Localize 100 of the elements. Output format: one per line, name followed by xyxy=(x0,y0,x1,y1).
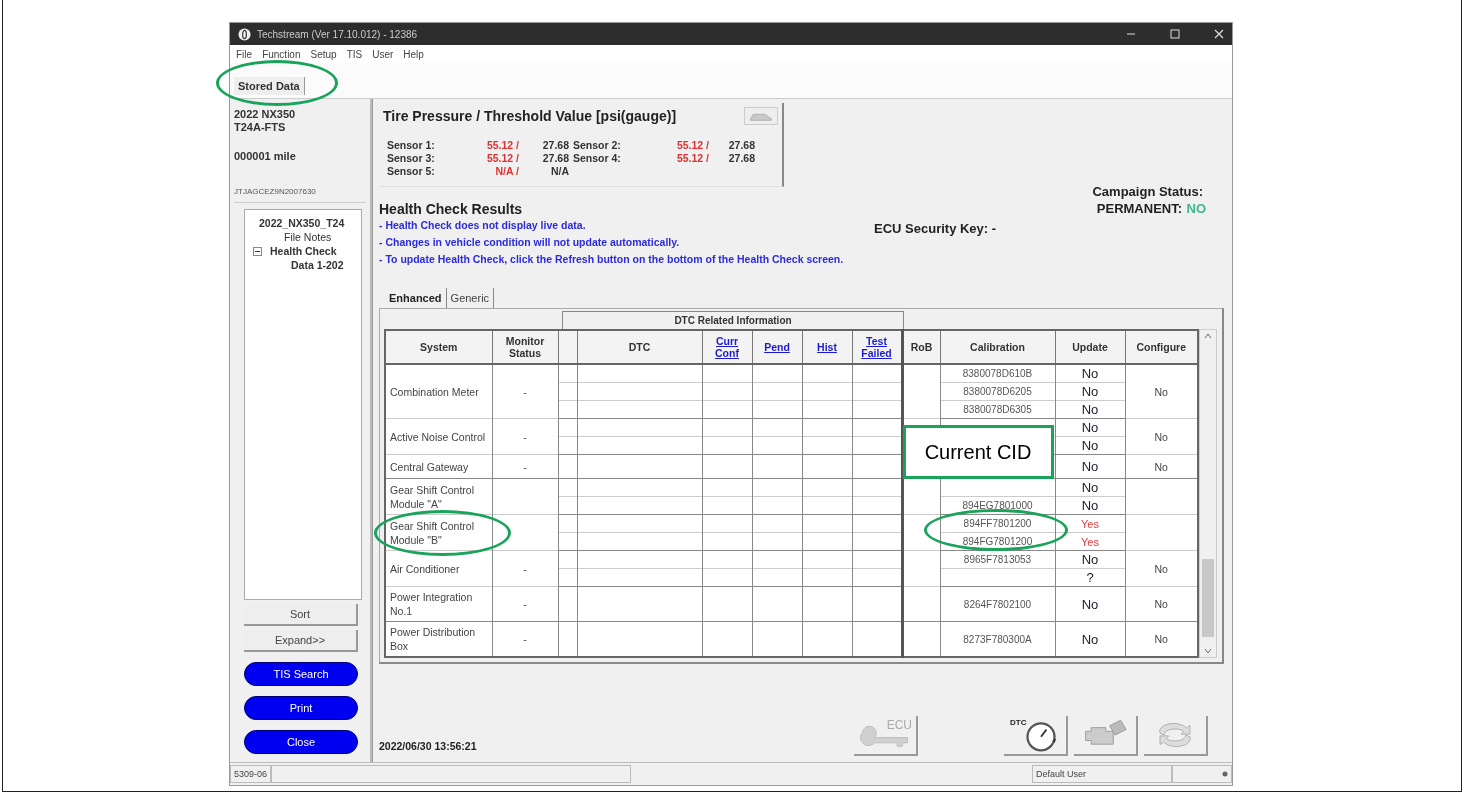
info-note: - Health Check does not display live data. xyxy=(379,218,587,233)
table-cell: - xyxy=(523,385,527,398)
table-cell: 894FF7801200 xyxy=(963,518,1032,529)
dtc-timer-button[interactable]: DTC xyxy=(1004,716,1068,756)
table-cell: No xyxy=(1154,460,1168,473)
sensor-label: Sensor 2: xyxy=(572,139,622,152)
table-cell: No xyxy=(1081,631,1099,647)
table-cell: Power Distribution Box xyxy=(390,626,476,652)
table-cell: ? xyxy=(1086,570,1094,585)
table-cell: 8264F7802100 xyxy=(963,598,1032,610)
panel-button[interactable]: Sort xyxy=(244,604,358,626)
table-cell: Gear Shift Control Module "B" xyxy=(390,519,475,546)
table-cell: No xyxy=(1154,562,1168,575)
sensor-label: Sensor 4: xyxy=(572,152,622,165)
timestamp: 2022/06/30 13:56:21 xyxy=(379,740,477,754)
action-button[interactable]: Close xyxy=(244,730,358,754)
scrollbar-thumb[interactable] xyxy=(1202,559,1214,637)
engine-code: T24A-FTS xyxy=(234,121,287,134)
menu-item[interactable]: File xyxy=(236,48,253,60)
table-cell: - xyxy=(523,598,527,610)
table-cell: No xyxy=(1154,430,1168,443)
column-header: Configure xyxy=(1136,341,1187,353)
table-cell: No xyxy=(1081,552,1099,567)
security-key-text: ECU Security Key: - xyxy=(874,221,997,238)
table-cell: No xyxy=(1081,596,1099,612)
key-icon xyxy=(859,722,911,748)
collapse-icon[interactable] xyxy=(253,246,262,256)
column-header: Monitor Status xyxy=(505,335,545,359)
menu-item[interactable]: Help xyxy=(403,48,424,60)
table-cell: - xyxy=(523,460,527,473)
column-header: System xyxy=(420,341,458,353)
result-tab[interactable]: Enhanced xyxy=(385,288,447,308)
table-cell: No xyxy=(1154,633,1168,645)
table-cell: No xyxy=(1154,385,1168,398)
scroll-up-icon[interactable] xyxy=(1204,333,1212,339)
table-cell: 8380078D6305 xyxy=(963,404,1032,415)
table-cell: 8380078D6205 xyxy=(963,386,1032,397)
table-cell: Air Conditioner xyxy=(390,562,460,575)
table-cell: Central Gateway xyxy=(390,460,469,473)
action-button[interactable]: Print xyxy=(244,696,358,720)
table-cell: 894FG7801200 xyxy=(962,536,1033,547)
table-cell: 894EG7801000 xyxy=(962,500,1033,511)
scrollbar[interactable] xyxy=(1199,329,1217,658)
table-cell: 8965F7813053 xyxy=(963,554,1032,565)
table-cell: 8380078D610B xyxy=(962,368,1033,379)
sensor-value: N/A / xyxy=(494,165,519,178)
sensor-threshold: 27.68 xyxy=(727,139,755,152)
sensor-value: 55.12 / xyxy=(675,139,709,152)
stored-data-tab[interactable]: Stored Data xyxy=(234,77,305,95)
table-cell: Combination Meter xyxy=(390,385,479,398)
table-cell: Gear Shift Control Module "A" xyxy=(390,483,475,510)
vehicle-model: 2022 NX350 xyxy=(234,108,297,121)
sensor-label: Sensor 3: xyxy=(386,152,436,165)
tree-item[interactable]: Health Check xyxy=(270,244,337,258)
maximize-icon[interactable] xyxy=(1170,29,1180,39)
table-cell: Yes xyxy=(1081,535,1099,548)
info-note: - Changes in vehicle condition will not update automatically. xyxy=(379,235,681,250)
mileage-text: 000001 mile xyxy=(234,150,297,163)
info-note: - To update Health Check, click the Refresh button on the bottom of the Health Check screen. xyxy=(379,252,845,267)
resize-grip-icon xyxy=(1222,771,1228,777)
column-header: Update xyxy=(1072,341,1108,353)
section-title: Tire Pressure / Threshold Value [psi(gauge)] xyxy=(383,108,677,124)
tree-item[interactable]: File Notes xyxy=(270,230,332,244)
sensor-label: Sensor 5: xyxy=(386,165,436,178)
tree-item[interactable]: 2022_NX350_T24 xyxy=(249,216,361,230)
sensor-value: 55.12 / xyxy=(675,152,709,165)
table-cell: No xyxy=(1081,402,1099,417)
table-cell: Active Noise Control xyxy=(390,430,486,443)
table-cell: No xyxy=(1081,420,1099,435)
table-cell: - xyxy=(523,562,527,575)
menu-item[interactable]: TIS xyxy=(346,48,363,60)
vin-text: JTJAGCEZ9N2007630 xyxy=(234,187,366,203)
column-header: DTC xyxy=(628,341,651,353)
column-header: RoB xyxy=(910,341,933,353)
table-cell: 8273F780300A xyxy=(963,633,1032,645)
menu-item[interactable]: Setup xyxy=(310,48,337,60)
sensor-value: 55.12 / xyxy=(485,139,519,152)
sensor-threshold: 27.68 xyxy=(541,139,569,152)
column-header: Calibration xyxy=(970,341,1025,353)
table-cell: Power Integration No.1 xyxy=(390,591,473,617)
table-cell: No xyxy=(1081,384,1099,399)
window-title: Techstream (Ver 17.10.012) - 12386 xyxy=(257,28,418,40)
user-name: Default User xyxy=(1032,765,1172,783)
result-tab[interactable]: Generic xyxy=(446,288,495,308)
callout-label: Current CID xyxy=(902,425,1054,479)
menu-item[interactable]: User xyxy=(372,48,394,60)
panel-button[interactable]: Expand>> xyxy=(244,630,358,652)
tree-item[interactable]: Data 1-202 xyxy=(249,258,361,272)
sensor-label: Sensor 1: xyxy=(386,139,436,152)
menu-item[interactable]: Function xyxy=(262,48,301,60)
status-code: 5309-06 xyxy=(230,765,272,783)
table-cell: No xyxy=(1081,366,1099,381)
campaign-status-label: Campaign Status: xyxy=(1092,184,1203,199)
table-cell: No xyxy=(1081,480,1099,495)
close-icon[interactable] xyxy=(1214,29,1224,39)
scroll-down-icon[interactable] xyxy=(1204,648,1212,654)
sensor-value: 55.12 / xyxy=(485,152,519,165)
table-cell: No xyxy=(1081,498,1099,513)
table-cell: - xyxy=(523,633,527,645)
action-button[interactable]: TIS Search xyxy=(244,662,358,686)
